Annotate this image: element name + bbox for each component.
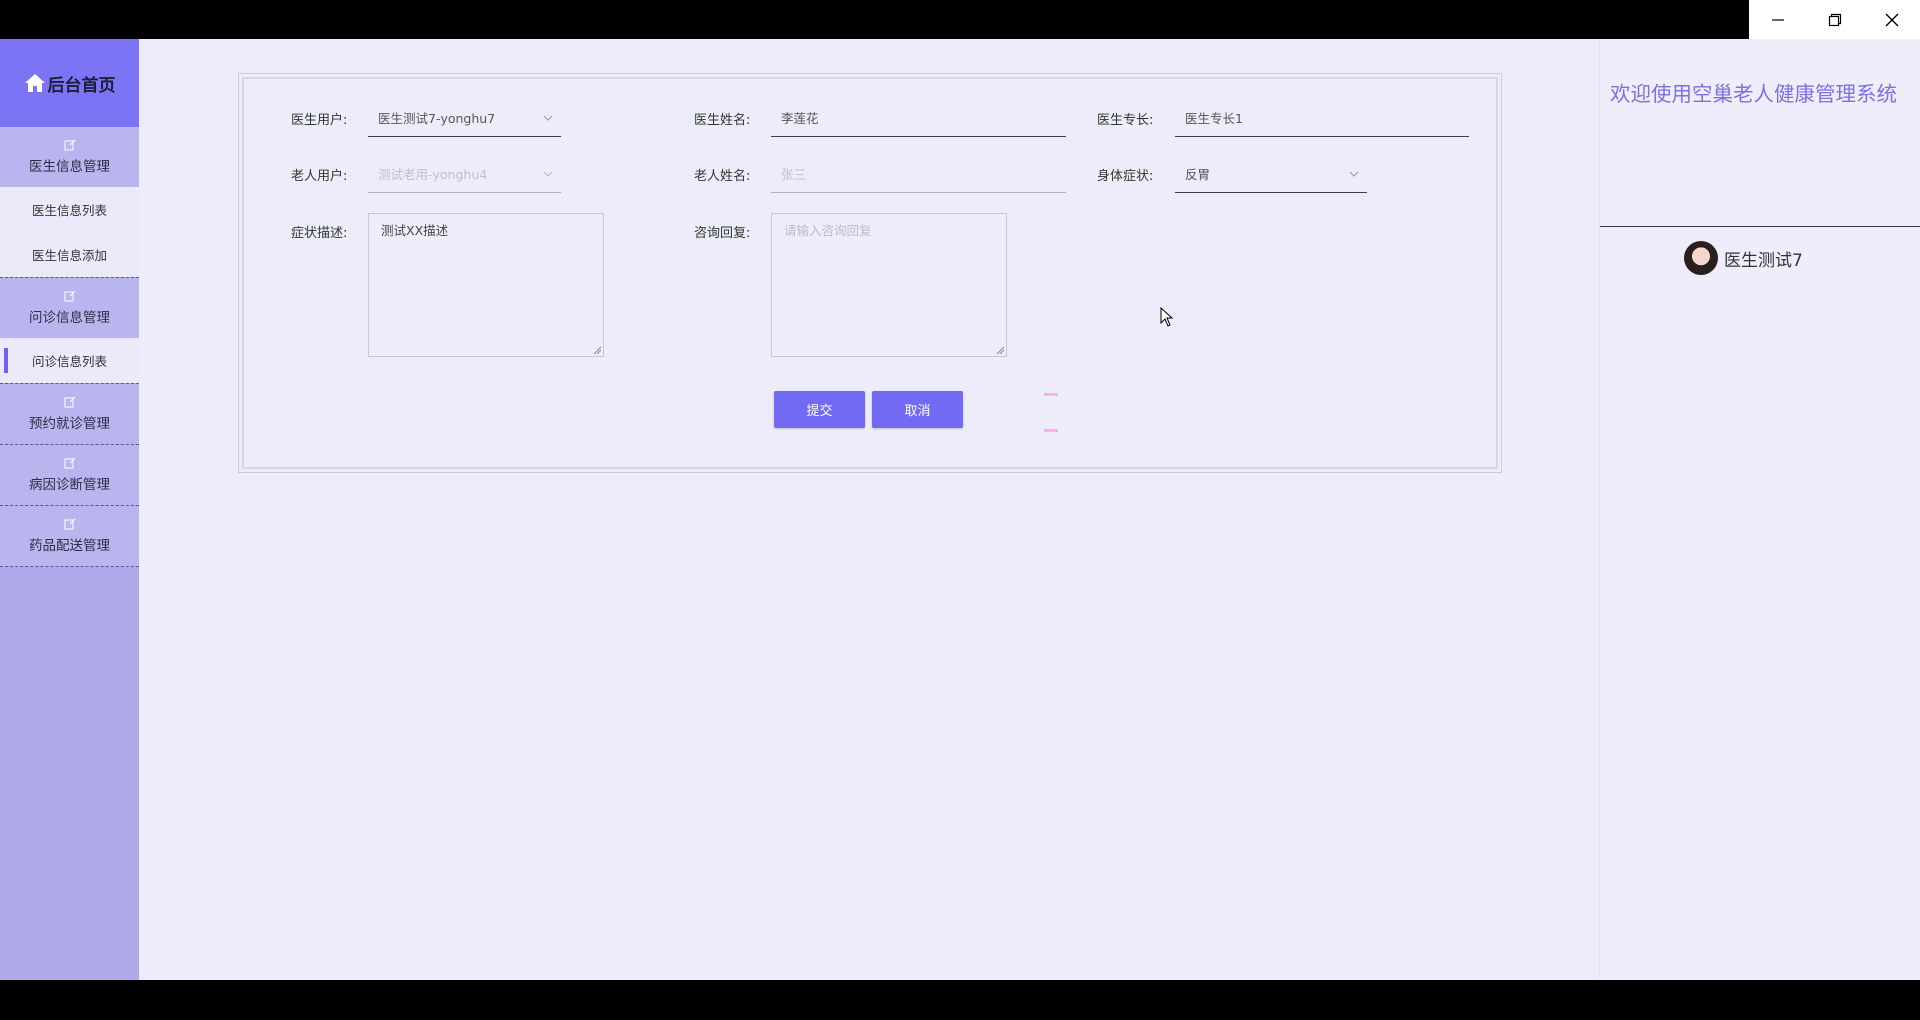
edit-icon xyxy=(64,139,75,151)
restore-button[interactable] xyxy=(1806,0,1863,39)
menu-consult-info[interactable]: 问诊信息管理 xyxy=(0,278,139,338)
home-link[interactable]: 后台首页 xyxy=(0,39,139,127)
symptom-desc-label: 症状描述: xyxy=(291,226,348,241)
elder-name-label: 老人姓名: xyxy=(694,169,751,184)
window-controls xyxy=(1749,0,1920,39)
app-area: 后台首页 医生信息管理 医生信息列表 医生信息添加 问诊信息管理 问诊信息列表 xyxy=(0,39,1920,980)
minimize-icon xyxy=(1771,18,1784,21)
menu-delivery[interactable]: 药品配送管理 xyxy=(0,506,139,566)
doctor-specialty-field[interactable]: 医生专长1 xyxy=(1175,99,1469,137)
sidebar-item-doctor-add[interactable]: 医生信息添加 xyxy=(0,232,139,277)
chevron-down-icon xyxy=(543,171,553,177)
mouse-cursor-icon xyxy=(1160,307,1174,327)
menu-group-appointment: 预约就诊管理 xyxy=(0,384,139,445)
edit-icon xyxy=(64,518,75,530)
home-icon xyxy=(24,74,45,92)
home-label: 后台首页 xyxy=(47,75,116,96)
menu-group-delivery: 药品配送管理 xyxy=(0,506,139,567)
close-icon xyxy=(1885,13,1898,26)
sidebar-item-doctor-list[interactable]: 医生信息列表 xyxy=(0,187,139,232)
menu-appointment-label: 预约就诊管理 xyxy=(29,416,110,432)
form-inner: 医生用户: 医生测试7-yonghu7 医生姓名: 李莲花 医生专长: 医生专长… xyxy=(242,77,1498,469)
right-panel: 欢迎使用空巢老人健康管理系统 医生测试7 xyxy=(1599,39,1920,980)
menu-diagnosis-label: 病因诊断管理 xyxy=(29,477,110,493)
sidebar: 后台首页 医生信息管理 医生信息列表 医生信息添加 问诊信息管理 问诊信息列表 xyxy=(0,39,139,980)
bottom-bar xyxy=(0,980,1920,1020)
title-bar xyxy=(0,0,1920,39)
user-info[interactable]: 医生测试7 xyxy=(1684,241,1803,275)
symptom-desc-textarea[interactable]: 测试XX描述 xyxy=(368,213,604,357)
avatar[interactable] xyxy=(1684,241,1718,275)
menu-group-diagnosis: 病因诊断管理 xyxy=(0,445,139,506)
close-button[interactable] xyxy=(1863,0,1920,39)
chevron-down-icon xyxy=(543,115,553,121)
menu-group-consult: 问诊信息管理 问诊信息列表 xyxy=(0,278,139,384)
doctor-user-value: 医生测试7-yonghu7 xyxy=(378,111,496,126)
edit-icon xyxy=(64,457,75,469)
doctor-specialty-label: 医生专长: xyxy=(1097,113,1154,128)
chevron-down-icon xyxy=(1349,171,1359,177)
render-artifact xyxy=(1044,429,1058,432)
doctor-name-field[interactable]: 李莲花 xyxy=(771,99,1066,137)
symptom-value: 反胃 xyxy=(1185,167,1211,182)
menu-doctor-info-label: 医生信息管理 xyxy=(29,159,110,175)
menu-diagnosis[interactable]: 病因诊断管理 xyxy=(0,445,139,505)
cancel-button[interactable]: 取消 xyxy=(872,391,963,428)
username: 医生测试7 xyxy=(1724,250,1803,271)
main-content: 医生用户: 医生测试7-yonghu7 医生姓名: 李莲花 医生专长: 医生专长… xyxy=(139,39,1599,980)
divider xyxy=(1600,226,1920,227)
consult-form: 医生用户: 医生测试7-yonghu7 医生姓名: 李莲花 医生专长: 医生专长… xyxy=(238,73,1502,473)
doctor-name-label: 医生姓名: xyxy=(694,113,751,128)
edit-icon xyxy=(64,396,75,408)
menu-consult-info-label: 问诊信息管理 xyxy=(29,310,110,326)
symptom-desc-value: 测试XX描述 xyxy=(381,223,449,238)
reply-textarea[interactable]: 请输入咨询回复 xyxy=(771,213,1007,357)
menu-doctor-info[interactable]: 医生信息管理 xyxy=(0,127,139,187)
elder-name-value: 张三 xyxy=(781,167,807,182)
doctor-user-label: 医生用户: xyxy=(291,113,348,128)
doctor-name-value: 李莲花 xyxy=(781,111,819,126)
reply-label: 咨询回复: xyxy=(694,226,751,241)
reply-placeholder: 请输入咨询回复 xyxy=(784,223,872,238)
app-window: 后台首页 医生信息管理 医生信息列表 医生信息添加 问诊信息管理 问诊信息列表 xyxy=(0,0,1920,1020)
symptom-select[interactable]: 反胃 xyxy=(1175,155,1367,193)
restore-icon xyxy=(1828,13,1841,26)
doctor-user-select[interactable]: 医生测试7-yonghu7 xyxy=(368,99,561,137)
symptom-label: 身体症状: xyxy=(1097,169,1154,184)
menu-delivery-label: 药品配送管理 xyxy=(29,538,110,554)
minimize-button[interactable] xyxy=(1749,0,1806,39)
render-artifact xyxy=(1044,393,1058,396)
submit-button[interactable]: 提交 xyxy=(774,391,865,428)
welcome-text: 欢迎使用空巢老人健康管理系统 xyxy=(1610,82,1897,106)
menu-appointment[interactable]: 预约就诊管理 xyxy=(0,384,139,444)
doctor-specialty-value: 医生专长1 xyxy=(1185,111,1243,126)
menu-group-doctor: 医生信息管理 医生信息列表 医生信息添加 xyxy=(0,127,139,278)
elder-name-field[interactable]: 张三 xyxy=(771,155,1066,193)
edit-icon xyxy=(64,290,75,302)
elder-user-select[interactable]: 测试老用-yonghu4 xyxy=(368,155,561,193)
resize-handle-icon xyxy=(593,346,601,354)
elder-user-label: 老人用户: xyxy=(291,169,348,184)
elder-user-value: 测试老用-yonghu4 xyxy=(378,167,488,182)
resize-handle-icon xyxy=(996,346,1004,354)
sidebar-item-consult-list[interactable]: 问诊信息列表 xyxy=(0,338,139,383)
